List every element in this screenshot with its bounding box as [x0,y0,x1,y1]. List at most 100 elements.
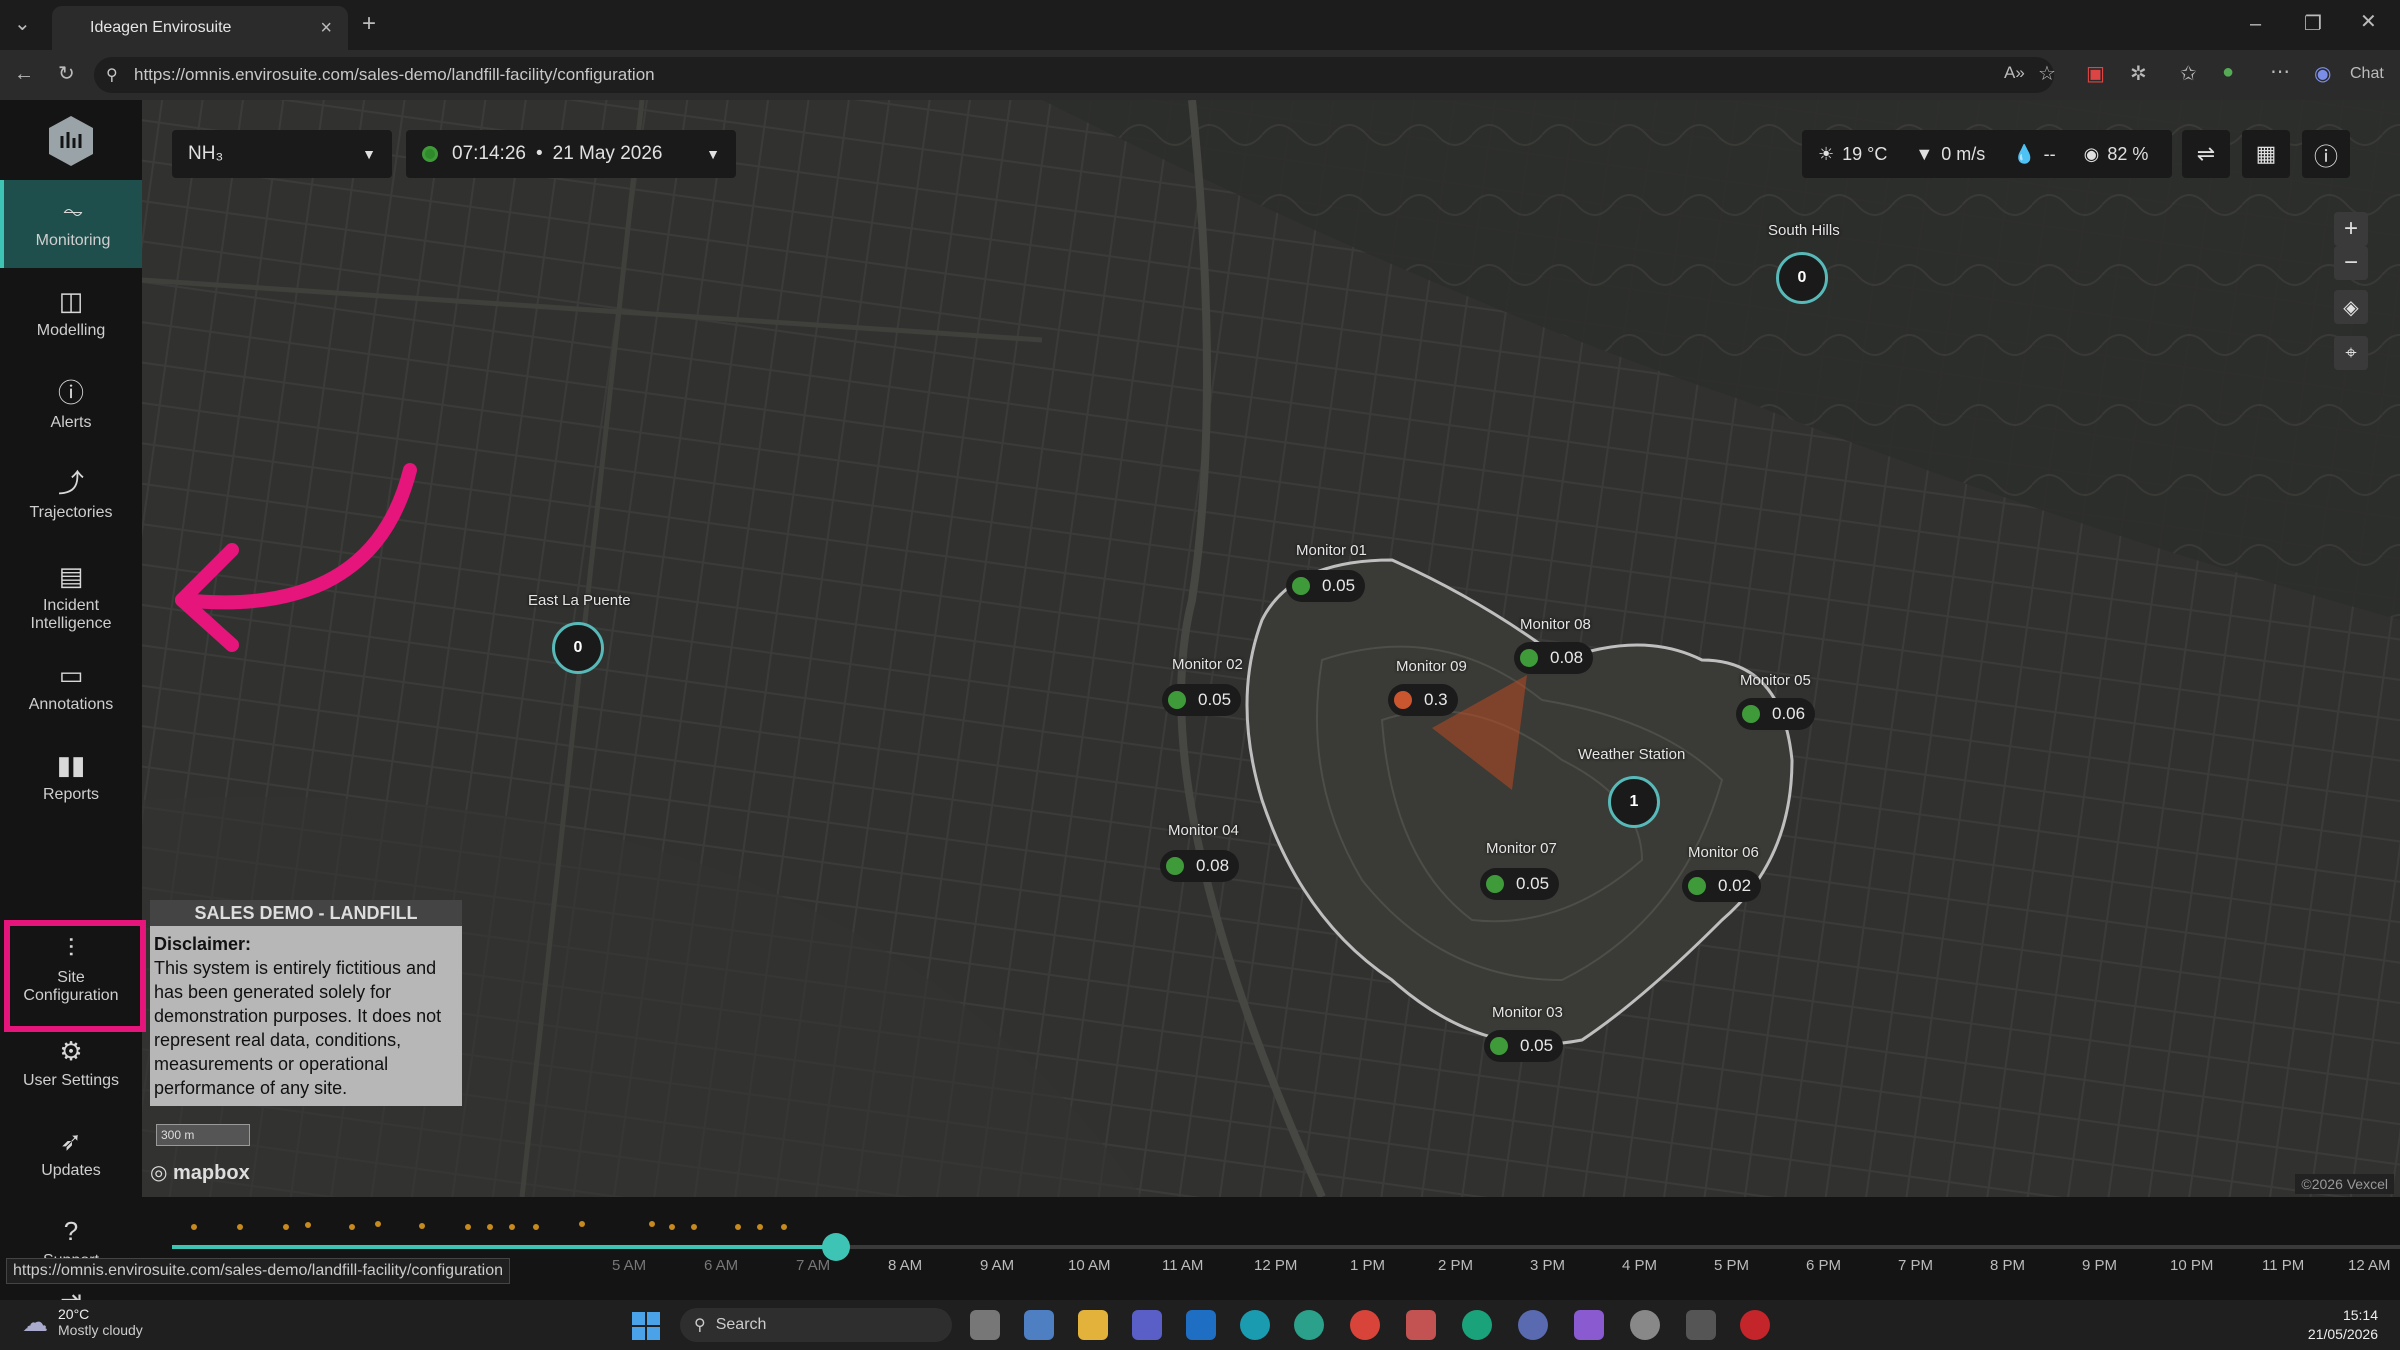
status-dot [1484,873,1506,895]
vpn-icon[interactable] [1630,1310,1660,1340]
monitor-marker[interactable]: 0.02 [1682,870,1762,902]
snipping-tool-icon[interactable] [1406,1310,1436,1340]
marker-weather-station[interactable]: 1 [1608,776,1660,828]
sidebar-item-trajectories[interactable]: ⤴ Trajectories [0,452,142,540]
pollutant-select[interactable]: NH₃ ▼ [172,130,392,178]
weather-widget[interactable]: ☁ 20°C Mostly cloudy [22,1306,143,1338]
mapbox-logo-icon: ◎ [150,1162,174,1184]
timeline[interactable]: 5 AM 6 AM 7 AM 8 AM 9 AM 10 AM 11 AM 12 … [142,1197,2400,1300]
monitor-marker[interactable]: 0.08 [1514,642,1594,674]
place-label-east-la-puente: East La Puente [528,592,631,609]
profile-icon[interactable]: ● [2222,62,2234,82]
sidebar-item-modelling[interactable]: ◫ Modelling [0,270,142,358]
close-tab-icon[interactable]: × [320,17,332,40]
monitor-marker[interactable]: 0.06 [1736,698,1816,730]
map-copyright[interactable]: ©2026 Vexcel [2295,1174,2394,1194]
close-window-icon[interactable]: ✕ [2360,12,2377,32]
sidebar-item-updates[interactable]: ➶ Updates [0,1110,142,1198]
monitor-marker[interactable]: 0.05 [1480,868,1560,900]
pollutant-value: NH₃ [188,143,224,164]
file-explorer-icon[interactable] [1078,1310,1108,1340]
task-view-icon[interactable] [970,1310,1000,1340]
monitor-marker[interactable]: 0.3 [1388,684,1458,716]
windows-logo-tile [632,1312,645,1325]
monitor-value: 0.05 [1322,576,1356,595]
taskbar-search[interactable]: ⚲ Search [680,1308,952,1342]
store-icon[interactable] [1024,1310,1054,1340]
zoom-out-button[interactable]: − [2334,246,2368,280]
monitor-value: 0.05 [1520,1036,1554,1055]
calculator-icon[interactable] [1686,1310,1716,1340]
app-logo[interactable] [46,114,96,168]
alert-button[interactable]: ⓘ [2302,130,2350,178]
extension-icon[interactable]: ▣ [2086,64,2105,84]
status-dot [1686,875,1708,897]
location-button[interactable]: ⌖ [2334,336,2368,370]
back-icon[interactable]: ← [14,64,34,84]
restore-icon[interactable]: ❐ [2304,14,2322,34]
sidebar-item-logout[interactable]: ⇥ [0,1284,142,1300]
chevron-down-icon: ▼ [706,146,720,162]
edge-icon[interactable] [1240,1310,1270,1340]
start-button[interactable] [632,1312,660,1340]
sidebar-item-incident-intelligence[interactable]: ▤ Incident Intelligence [0,548,142,648]
new-tab-icon[interactable]: + [362,12,376,36]
r-app-icon[interactable] [1518,1310,1548,1340]
more-options-icon[interactable]: ⋯ [2270,62,2290,82]
grid-chart-icon: ◫ [58,285,84,316]
monitor-marker[interactable]: 0.05 [1484,1030,1564,1062]
puzzle-icon[interactable]: ✲ [2130,64,2147,84]
app-g-icon[interactable] [1740,1310,1770,1340]
favorites-icon[interactable]: ✩ [2180,64,2197,84]
layers-button[interactable]: ◈ [2334,290,2368,324]
favorite-star-icon[interactable]: ☆ [2038,64,2056,84]
zoom-in-button[interactable]: + [2334,212,2368,246]
monitor-marker[interactable]: 0.08 [1160,850,1240,882]
grid-view-button[interactable]: ▦ [2242,130,2290,178]
outlook-icon[interactable] [1186,1310,1216,1340]
marker-south-hills[interactable]: 0 [1776,252,1828,304]
map-background [142,100,2400,1197]
sidebar-item-monitoring[interactable]: ⏦ Monitoring [0,180,142,268]
tab-list-icon[interactable]: ⌄ [14,14,31,34]
read-aloud-icon[interactable]: A» [2004,64,2025,81]
browser-tab[interactable]: Ideagen Envirosuite × [52,6,348,50]
raindrop-icon: 💧 [2013,143,2036,164]
monitor-marker[interactable]: 0.05 [1162,684,1242,716]
rocket-icon: ➶ [60,1125,82,1156]
disclaimer-body: This system is entirely fictitious and h… [154,958,442,1098]
teams-icon[interactable] [1132,1310,1162,1340]
grammarly-icon[interactable] [1462,1310,1492,1340]
map-canvas[interactable]: NH₃ ▼ 07:14:26 • 21 May 2026 ▼ ☀ 19 °C ▼… [142,100,2400,1197]
status-dot [1290,575,1312,597]
humidity-icon: ◉ [2083,143,2100,164]
chat-label[interactable]: Chat [2350,66,2384,82]
mapbox-logo[interactable]: ◎ mapbox [150,1160,250,1185]
alert-circle-icon: ⓘ [57,377,84,408]
sidebar-item-user-settings[interactable]: ⚙ User Settings [0,1020,142,1108]
filter-button[interactable]: ⇌ [2182,130,2230,178]
marker-east-la-puente[interactable]: 0 [552,622,604,674]
edge-dev-icon[interactable] [1294,1310,1324,1340]
monitor-marker[interactable]: 0.05 [1286,570,1366,602]
system-clock[interactable]: 15:14 21/05/2026 [2308,1306,2378,1344]
minimize-icon[interactable]: – [2250,14,2261,34]
copilot-icon[interactable]: ◉ [2314,64,2331,84]
sidebar-item-label: Modelling [36,321,106,339]
chrome-icon[interactable] [1350,1310,1380,1340]
wind-value: 0 m/s [1941,143,1986,164]
sidebar-item-reports[interactable]: ▮▮ Reports [0,734,142,822]
sidebar-item-annotations[interactable]: ▭ Annotations [0,644,142,732]
status-dot [1740,703,1762,725]
monitor-label: Monitor 01 [1296,542,1367,559]
datetime-select[interactable]: 07:14:26 • 21 May 2026 ▼ [406,130,736,178]
sidebar-item-alerts[interactable]: ⓘ Alerts [0,362,142,450]
monitor-label: Monitor 07 [1486,840,1557,857]
windows-taskbar: ☁ 20°C Mostly cloudy ⚲ Search 15:14 21/05… [0,1300,2400,1350]
site-info-icon[interactable]: ⚲ [106,65,118,85]
reload-icon[interactable]: ↻ [58,64,75,84]
current-date: 21 May 2026 [552,143,663,164]
url-input[interactable]: ⚲ https://omnis.envirosuite.com/sales-de… [94,57,2054,93]
tick-label: 8 AM [888,1257,923,1274]
copilot-app-icon[interactable] [1574,1310,1604,1340]
